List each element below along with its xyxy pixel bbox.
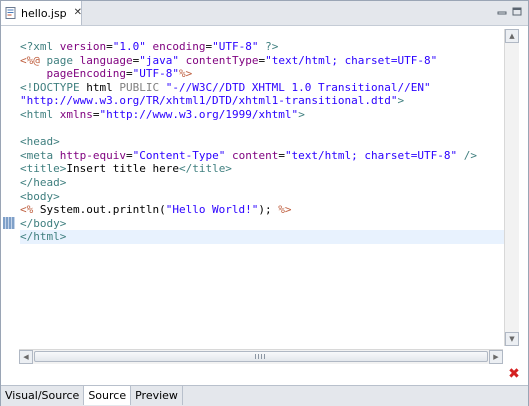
code-token: page	[46, 53, 80, 67]
scroll-up-arrow-icon[interactable]: ▲	[505, 29, 519, 43]
jsp-editor: hello.jsp ✕ <?xml version="1.0" encoding…	[0, 0, 529, 406]
horizontal-scrollbar[interactable]: ◀ ▶	[19, 349, 503, 364]
window-controls	[497, 6, 522, 16]
code-token: "Hello World!"	[165, 203, 259, 217]
horizontal-scroll-thumb[interactable]	[34, 351, 488, 362]
code-token: <head>	[20, 135, 60, 149]
close-icon[interactable]: ✕	[74, 8, 82, 18]
code-line[interactable]: <%@ page language="java" contentType="te…	[20, 54, 504, 68]
code-token: =	[125, 67, 133, 81]
problems-area: ✖	[1, 365, 528, 385]
tab-visual-source[interactable]: Visual/Source	[1, 386, 85, 405]
code-token: "Content-Type"	[132, 148, 226, 162]
vertical-ruler[interactable]	[1, 26, 17, 365]
code-token: "text/html; charset=UTF-8"	[284, 148, 458, 162]
code-line[interactable]: "http://www.w3.org/TR/xhtml1/DTD/xhtml1-…	[20, 94, 504, 108]
code-line[interactable]: </body>	[20, 217, 504, 231]
code-token: </title>	[178, 162, 232, 176]
code-token: =	[278, 148, 285, 162]
code-line[interactable]: <?xml version="1.0" encoding="UTF-8" ?>	[20, 40, 504, 54]
code-token: />	[457, 148, 477, 162]
code-token: =	[106, 40, 113, 53]
code-token: </html>	[20, 230, 67, 244]
scroll-left-arrow-icon[interactable]: ◀	[19, 350, 33, 364]
code-token: encoding	[152, 40, 206, 53]
code-token: "java"	[139, 53, 179, 67]
code-token: %>	[178, 67, 193, 81]
tab-preview[interactable]: Preview	[131, 386, 183, 405]
code-token: <meta	[20, 148, 60, 162]
code-token: >	[298, 107, 305, 121]
code-token: version	[59, 40, 107, 53]
code-line[interactable]: <% System.out.println("Hello World!"); %…	[20, 203, 504, 217]
tab-source[interactable]: Source	[84, 386, 132, 405]
code-token: %>	[278, 203, 292, 217]
code-token: </body>	[20, 216, 67, 230]
editor-tab-bar: hello.jsp ✕	[1, 1, 528, 26]
code-line[interactable]: <!DOCTYPE html PUBLIC "-//W3C//DTD XHTML…	[20, 81, 504, 95]
code-token: "text/html; charset=UTF-8"	[265, 53, 438, 67]
code-token: System.out.println(	[33, 203, 166, 217]
code-token: language	[79, 53, 133, 67]
code-token: <html	[20, 107, 60, 121]
code-token: "-//W3C//DTD XHTML 1.0 Transitional//EN"	[165, 80, 431, 94]
code-line[interactable]: <title>Insert title here</title>	[20, 162, 504, 176]
code-token: PUBLIC	[119, 80, 166, 94]
code-line[interactable]: </head>	[20, 176, 504, 190]
scroll-right-arrow-icon[interactable]: ▶	[489, 350, 503, 364]
error-icon[interactable]: ✖	[508, 367, 520, 381]
minimize-icon[interactable]	[497, 6, 507, 15]
code-token: =	[125, 148, 133, 162]
code-token: =	[92, 107, 100, 121]
vertical-scrollbar[interactable]: ▲ ▼	[504, 29, 519, 346]
code-token: <%	[20, 203, 34, 217]
code-line[interactable]: </html>	[20, 230, 504, 244]
code-token: Insert title here	[66, 162, 179, 176]
source-editor-pane[interactable]: <?xml version="1.0" encoding="UTF-8" ?> <…	[1, 26, 528, 365]
scroll-down-arrow-icon[interactable]: ▼	[505, 332, 519, 346]
code-token: <?xml	[20, 40, 60, 53]
code-area[interactable]: <?xml version="1.0" encoding="UTF-8" ?> <…	[20, 40, 504, 244]
code-token: <%@	[20, 53, 47, 67]
code-token: contentType	[185, 53, 259, 67]
code-token: "1.0"	[112, 40, 146, 53]
code-token: "UTF-8"	[132, 67, 179, 81]
scroll-grip-icon	[255, 354, 267, 359]
code-token: "http://www.w3.org/1999/xhtml"	[99, 107, 299, 121]
editor-mode-tabs: Visual/Source Source Preview	[1, 385, 528, 406]
code-line[interactable]: <head>	[20, 135, 504, 149]
maximize-icon[interactable]	[512, 6, 522, 16]
code-token: content	[231, 148, 279, 162]
code-line[interactable]: pageEncoding="UTF-8"%>	[20, 67, 504, 81]
code-token: >	[397, 94, 405, 108]
code-token: "http://www.w3.org/TR/xhtml1/DTD/xhtml1-…	[20, 94, 398, 108]
code-line[interactable]: <body>	[20, 190, 504, 204]
code-token: "UTF-8"	[212, 40, 259, 53]
code-token: http-equiv	[59, 148, 126, 162]
code-token: ?>	[258, 40, 279, 53]
code-token: html	[86, 80, 120, 94]
code-token: <title>	[20, 162, 67, 176]
jsp-file-icon	[5, 7, 17, 19]
code-token: pageEncoding	[46, 67, 126, 81]
tab-hello-jsp[interactable]: hello.jsp ✕	[1, 1, 82, 25]
code-token: <body>	[20, 189, 60, 203]
code-line[interactable]: <html xmlns="http://www.w3.org/1999/xhtm…	[20, 108, 504, 122]
code-token: xmlns	[59, 107, 93, 121]
code-token: <!DOCTYPE	[20, 80, 87, 94]
current-line-marker	[3, 217, 15, 229]
code-line[interactable]	[20, 122, 504, 136]
code-line[interactable]: <meta http-equiv="Content-Type" content=…	[20, 149, 504, 163]
code-token: </head>	[20, 175, 67, 189]
tab-label: hello.jsp	[21, 6, 67, 20]
code-token: );	[258, 203, 279, 217]
